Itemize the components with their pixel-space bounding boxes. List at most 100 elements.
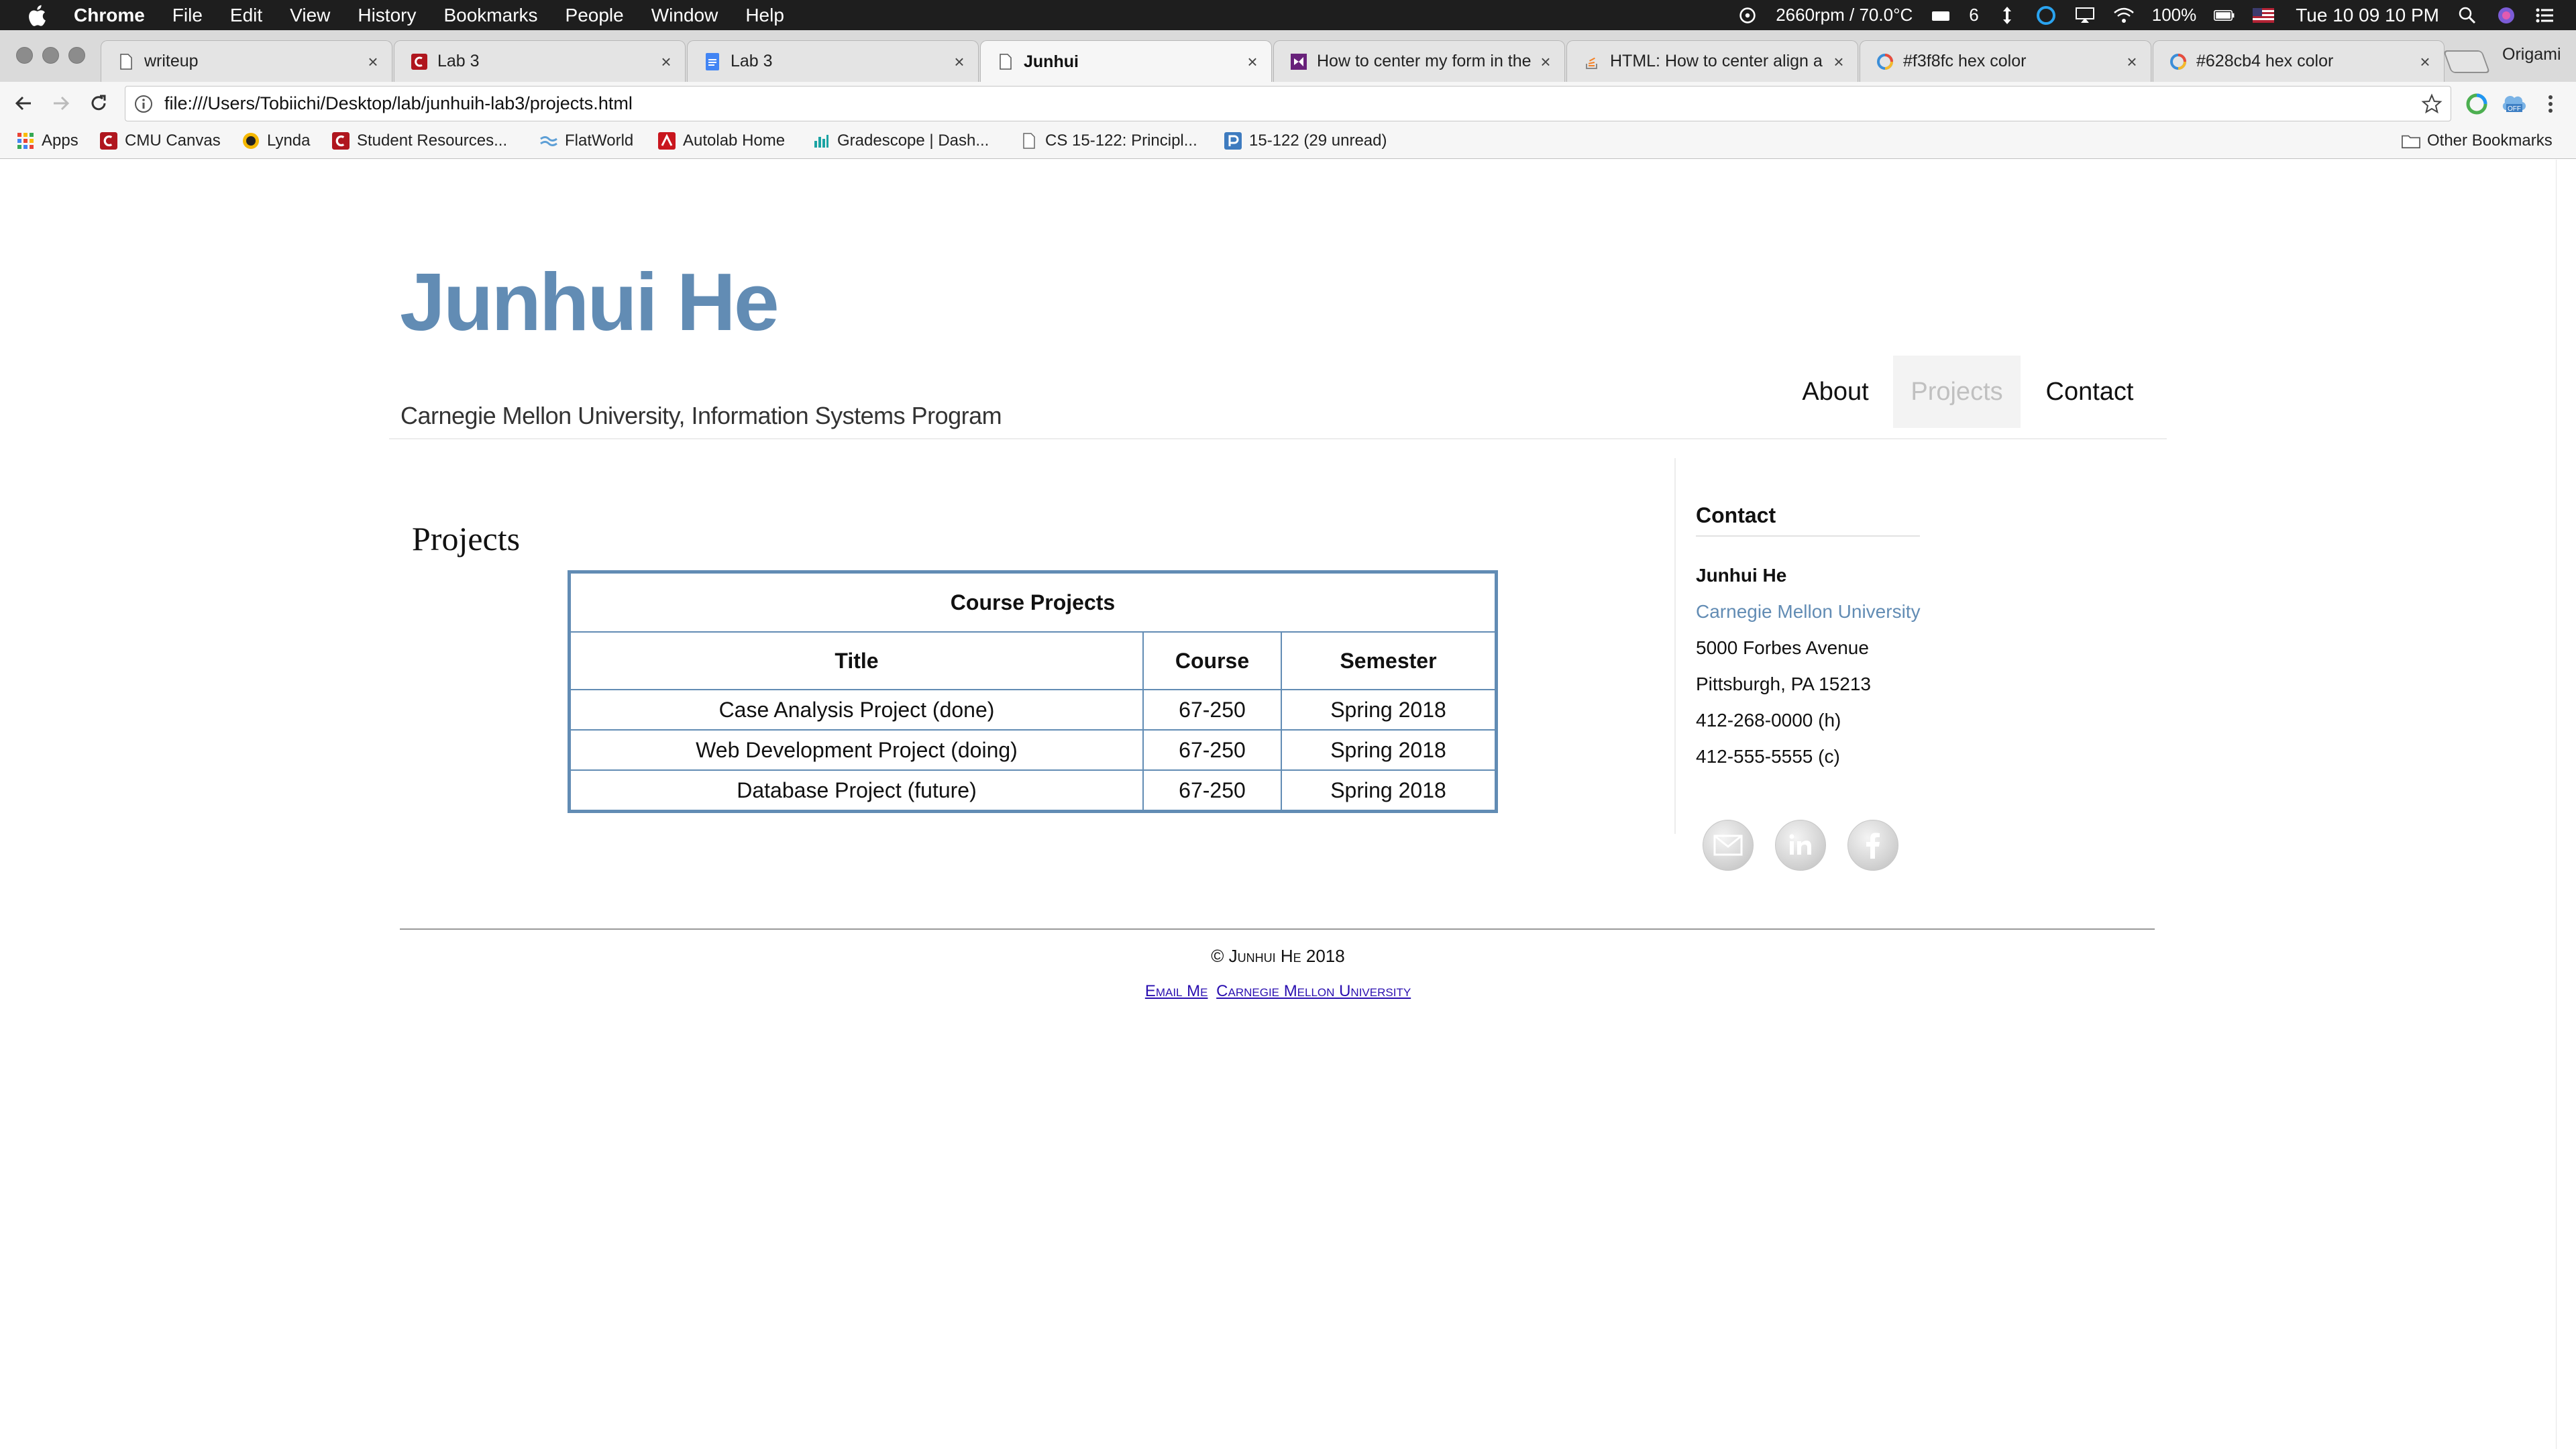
drive-icon[interactable] bbox=[1930, 5, 1951, 25]
close-icon[interactable]: × bbox=[1538, 53, 1554, 70]
url-input[interactable] bbox=[164, 93, 2378, 114]
forward-arrow-icon bbox=[54, 96, 70, 111]
page-icon bbox=[1020, 131, 1038, 150]
column-header-semester: Semester bbox=[1340, 648, 1437, 673]
back-button[interactable] bbox=[9, 89, 38, 117]
back-arrow-icon bbox=[15, 96, 31, 111]
tab-title: #628cb4 hex color bbox=[2196, 52, 2334, 70]
bookmark-lynda[interactable]: Lynda bbox=[241, 129, 311, 153]
reload-icon bbox=[91, 95, 106, 111]
sync-arrows-icon[interactable] bbox=[1996, 5, 2018, 25]
close-icon[interactable]: × bbox=[658, 53, 674, 70]
close-icon[interactable]: × bbox=[951, 53, 967, 70]
site-title: Junhui He bbox=[400, 256, 780, 347]
tab-title: HTML: How to center align a bbox=[1610, 52, 1823, 70]
bookmark-label: CS 15-122: Principl... bbox=[1045, 131, 1197, 150]
bookmark-cs-15-122[interactable]: CS 15-122: Principl... bbox=[1020, 129, 1197, 153]
tab-junhui-active[interactable]: Junhui × bbox=[980, 40, 1272, 83]
us-flag-icon[interactable] bbox=[2253, 5, 2275, 25]
info-icon[interactable] bbox=[133, 94, 154, 114]
bookmark-student-resources[interactable]: Student Resources... bbox=[331, 129, 507, 153]
menu-history[interactable]: History bbox=[358, 5, 416, 26]
lynda-icon bbox=[241, 131, 260, 150]
colorhexa-icon bbox=[2169, 53, 2187, 70]
canvas-icon bbox=[99, 131, 118, 150]
menu-edit[interactable]: Edit bbox=[230, 5, 262, 26]
tab-center-form[interactable]: How to center my form in the × bbox=[1273, 40, 1565, 82]
menu-people[interactable]: People bbox=[566, 5, 624, 26]
window-zoom-button[interactable] bbox=[68, 47, 85, 64]
folder-icon bbox=[2402, 131, 2420, 150]
tab-title: #f3f8fc hex color bbox=[1903, 52, 2027, 70]
window-minimize-button[interactable] bbox=[42, 47, 59, 64]
siri-icon[interactable] bbox=[2496, 5, 2517, 25]
tab-writeup[interactable]: writeup × bbox=[101, 40, 392, 82]
bookmark-piazza[interactable]: 15-122 (29 unread) bbox=[1224, 129, 1387, 153]
close-icon[interactable]: × bbox=[1831, 53, 1847, 70]
tab-title: Lab 3 bbox=[437, 52, 480, 70]
footer-cmu-link[interactable]: Carnegie Mellon University bbox=[1216, 982, 1411, 1000]
footer-email-link[interactable]: Email Me bbox=[1145, 982, 1208, 1000]
canvas-icon bbox=[411, 53, 428, 70]
off-extension-icon[interactable]: OFF bbox=[2500, 91, 2526, 117]
close-icon[interactable]: × bbox=[365, 53, 381, 70]
menu-bookmarks[interactable]: Bookmarks bbox=[443, 5, 537, 26]
bookmark-apps[interactable]: Apps bbox=[16, 129, 78, 153]
forward-button[interactable] bbox=[47, 89, 75, 117]
nav-about[interactable]: About bbox=[1788, 356, 1882, 428]
bookmark-flatworld[interactable]: FlatWorld bbox=[539, 129, 633, 153]
notification-center-icon[interactable] bbox=[2534, 5, 2556, 25]
bookmark-label: Apps bbox=[42, 131, 78, 150]
table-cell-semester: Spring 2018 bbox=[1330, 777, 1446, 802]
tab-title: writeup bbox=[144, 52, 199, 70]
google-docs-icon bbox=[704, 52, 721, 70]
profile-name[interactable]: Origami bbox=[2502, 45, 2561, 64]
contact-university-link[interactable]: Carnegie Mellon University bbox=[1696, 601, 1921, 623]
apple-menu-icon[interactable] bbox=[25, 3, 47, 28]
reload-button[interactable] bbox=[85, 89, 113, 117]
grammarly-icon[interactable] bbox=[2035, 5, 2057, 25]
vertical-scrollbar[interactable] bbox=[2556, 160, 2576, 1449]
close-icon[interactable]: × bbox=[1244, 53, 1260, 70]
menu-chrome[interactable]: Chrome bbox=[74, 5, 145, 26]
address-bar[interactable] bbox=[125, 86, 2451, 121]
other-bookmarks-folder[interactable]: Other Bookmarks bbox=[2402, 129, 2553, 153]
chrome-menu-icon[interactable] bbox=[2537, 91, 2564, 117]
bookmark-star-icon[interactable] bbox=[2421, 93, 2443, 115]
visual-studio-icon bbox=[1290, 53, 1307, 70]
doc-icon bbox=[117, 53, 135, 70]
bookmark-autolab[interactable]: Autolab Home bbox=[657, 129, 785, 153]
chrome-extension-icon[interactable] bbox=[2463, 91, 2490, 117]
menu-window[interactable]: Window bbox=[651, 5, 718, 26]
wifi-icon[interactable] bbox=[2113, 5, 2135, 25]
nav-contact[interactable]: Contact bbox=[2033, 356, 2147, 428]
battery-icon[interactable] bbox=[2214, 5, 2235, 25]
menu-file[interactable]: File bbox=[172, 5, 203, 26]
nav-projects[interactable]: Projects bbox=[1893, 356, 2021, 428]
table-row: Case Analysis Project (done) 67-250 Spri… bbox=[571, 690, 1495, 731]
tab-lab3-canvas[interactable]: Lab 3 × bbox=[394, 40, 686, 82]
close-icon[interactable]: × bbox=[2417, 53, 2433, 70]
tab-lab3-docs[interactable]: Lab 3 × bbox=[687, 40, 979, 82]
contact-address-line1: 5000 Forbes Avenue bbox=[1696, 637, 1869, 658]
new-tab-button[interactable] bbox=[2443, 50, 2491, 73]
apps-grid-icon bbox=[16, 131, 35, 150]
tab-hex-f3f8fc[interactable]: #f3f8fc hex color × bbox=[1860, 40, 2151, 82]
menu-view[interactable]: View bbox=[290, 5, 330, 26]
menu-help[interactable]: Help bbox=[745, 5, 784, 26]
bookmark-cmu-canvas[interactable]: CMU Canvas bbox=[99, 129, 221, 153]
facebook-icon[interactable] bbox=[1847, 820, 1898, 871]
tab-center-align[interactable]: HTML: How to center align a × bbox=[1566, 40, 1858, 82]
table-cell-course: 67-250 bbox=[1144, 690, 1282, 729]
tab-hex-628cb4[interactable]: #628cb4 hex color × bbox=[2153, 40, 2445, 82]
airplay-icon[interactable] bbox=[2074, 5, 2096, 25]
footer-divider bbox=[400, 928, 2155, 930]
close-icon[interactable]: × bbox=[2124, 53, 2140, 70]
fan-icon[interactable] bbox=[1737, 5, 1758, 25]
clock[interactable]: Tue 10 09 10 PM bbox=[2296, 5, 2439, 26]
linkedin-icon[interactable] bbox=[1775, 820, 1826, 871]
bookmark-gradescope[interactable]: Gradescope | Dash... bbox=[812, 129, 989, 153]
spotlight-search-icon[interactable] bbox=[2457, 5, 2478, 25]
email-icon[interactable] bbox=[1703, 820, 1754, 871]
window-close-button[interactable] bbox=[16, 47, 33, 64]
